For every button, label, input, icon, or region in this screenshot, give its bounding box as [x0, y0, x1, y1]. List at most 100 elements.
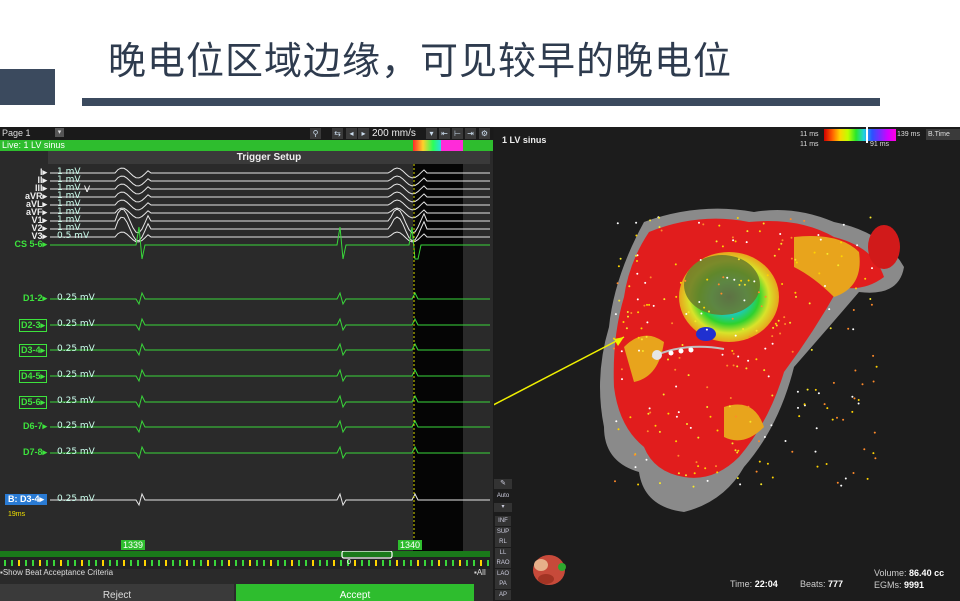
gain-label[interactable]: 0.25 mV — [57, 396, 95, 406]
gain-label[interactable]: 0.25 mV — [57, 319, 95, 329]
timeline-beat-tick[interactable] — [18, 560, 20, 566]
timeline-beat-tick[interactable] — [179, 560, 181, 566]
view-button[interactable]: RL — [495, 537, 511, 547]
gain-label[interactable]: 0.25 mV — [57, 447, 95, 457]
timeline-beat-tick[interactable] — [305, 560, 307, 566]
view-button[interactable]: SUP — [495, 526, 511, 537]
timeline-beat-tick[interactable] — [186, 560, 188, 566]
timeline-beat-tick[interactable] — [277, 560, 279, 566]
timeline-beat-tick[interactable] — [431, 560, 433, 566]
channel-label[interactable]: D1-2▸ — [23, 293, 47, 304]
timeline-beat-tick[interactable] — [81, 560, 83, 566]
beat-number-left[interactable]: 1339 — [121, 540, 146, 550]
timeline-beat-tick[interactable] — [375, 560, 377, 566]
timeline-beat-tick[interactable] — [249, 560, 251, 566]
timeline-beat-tick[interactable] — [263, 560, 265, 566]
timeline-beat-tick[interactable] — [445, 560, 447, 566]
timeline-beat-tick[interactable] — [466, 560, 468, 566]
timeline-beat-tick[interactable] — [39, 560, 41, 566]
timeline-beat-tick[interactable] — [151, 560, 153, 566]
timeline-beat-tick[interactable] — [95, 560, 97, 566]
pin-icon[interactable]: ✎ — [494, 479, 512, 489]
timeline-beat-tick[interactable] — [291, 560, 293, 566]
timeline-beat-tick[interactable] — [200, 560, 202, 566]
view-button[interactable]: INF — [495, 516, 511, 526]
timeline-beat-tick[interactable] — [235, 560, 237, 566]
timeline-beat-tick[interactable] — [4, 560, 6, 566]
gain-label[interactable]: 0.5 mV — [57, 231, 89, 241]
timeline-beat-tick[interactable] — [25, 560, 27, 566]
timeline-beat-tick[interactable] — [487, 560, 489, 566]
beat-number-right[interactable]: 1340 — [398, 540, 423, 550]
timeline-beat-tick[interactable] — [333, 560, 335, 566]
timeline-beat-tick[interactable] — [172, 560, 174, 566]
timeline-beat-tick[interactable] — [340, 560, 342, 566]
view-button[interactable]: LAO — [495, 568, 511, 579]
view-button[interactable]: AP — [495, 589, 511, 600]
timeline-beat-tick[interactable] — [319, 560, 321, 566]
timeline-beat-tick[interactable] — [102, 560, 104, 566]
timeline-beat-tick[interactable] — [368, 560, 370, 566]
all-checkbox[interactable]: ▪All — [474, 568, 486, 577]
timeline-beat-tick[interactable] — [473, 560, 475, 566]
channel-label[interactable]: D6-7▸ — [23, 421, 47, 432]
timeline-beat-tick[interactable] — [417, 560, 419, 566]
timeline-beat-tick[interactable] — [354, 560, 356, 566]
timeline-beat-tick[interactable] — [326, 560, 328, 566]
timeline-beat-tick[interactable] — [242, 560, 244, 566]
gain-label[interactable]: 0.25 mV — [57, 421, 95, 431]
timeline-beat-tick[interactable] — [123, 560, 125, 566]
channel-label[interactable]: D4-5▸ — [18, 370, 47, 383]
timeline-beat-tick[interactable] — [480, 560, 482, 566]
timeline-beat-tick[interactable] — [46, 560, 48, 566]
timeline-beat-tick[interactable] — [410, 560, 412, 566]
channel-label[interactable]: D2-3▸ — [18, 319, 47, 332]
timeline-beat-tick[interactable] — [214, 560, 216, 566]
view-button[interactable]: PA — [495, 579, 511, 589]
channel-label[interactable]: D3-4▸ — [18, 344, 47, 357]
timeline-beat-tick[interactable] — [193, 560, 195, 566]
timeline-beat-tick[interactable] — [382, 560, 384, 566]
timeline-beat-tick[interactable] — [74, 560, 76, 566]
timeline-beat-tick[interactable] — [144, 560, 146, 566]
timeline-beat-tick[interactable] — [403, 560, 405, 566]
gain-label[interactable]: 0.25 mV — [57, 370, 95, 380]
reject-button[interactable]: Reject — [0, 584, 234, 601]
timeline-beat-tick[interactable] — [67, 560, 69, 566]
timeline-beat-tick[interactable] — [256, 560, 258, 566]
gain-label[interactable]: 0.25 mV — [57, 344, 95, 354]
timeline-beat-tick[interactable] — [424, 560, 426, 566]
orientation-heart-icon[interactable] — [533, 555, 566, 585]
timeline-beat-tick[interactable] — [116, 560, 118, 566]
gain-label[interactable]: 0.25 mV — [57, 293, 95, 303]
channel-label[interactable]: B: D3-4▸ — [4, 494, 47, 505]
timeline-beat-tick[interactable] — [60, 560, 62, 566]
timeline-beat-tick[interactable] — [284, 560, 286, 566]
timeline-beat-tick[interactable] — [53, 560, 55, 566]
timeline-beat-tick[interactable] — [312, 560, 314, 566]
timeline-beat-tick[interactable] — [130, 560, 132, 566]
timeline-beat-tick[interactable] — [221, 560, 223, 566]
timeline-beat-tick[interactable] — [389, 560, 391, 566]
timeline-beat-tick[interactable] — [11, 560, 13, 566]
timeline-beat-tick[interactable] — [452, 560, 454, 566]
auto-label[interactable]: Auto — [494, 493, 512, 499]
timeline-beat-tick[interactable] — [137, 560, 139, 566]
view-button[interactable]: RAO — [495, 558, 511, 568]
timeline-beat-tick[interactable] — [361, 560, 363, 566]
timeline-beat-tick[interactable] — [207, 560, 209, 566]
lv-activation-map[interactable] — [494, 127, 960, 601]
channel-label[interactable]: D5-6▸ — [18, 396, 47, 409]
accept-button[interactable]: Accept — [236, 584, 474, 601]
timeline-beat-tick[interactable] — [88, 560, 90, 566]
timeline-beat-tick[interactable] — [158, 560, 160, 566]
timeline-beat-tick[interactable] — [298, 560, 300, 566]
timeline-beat-tick[interactable] — [459, 560, 461, 566]
timeline-beat-tick[interactable] — [109, 560, 111, 566]
gain-label[interactable]: 0.25 mV — [57, 494, 95, 504]
show-beat-criteria-checkbox[interactable]: ▪Show Beat Acceptance Criteria — [0, 568, 113, 577]
beat-timeline[interactable] — [0, 550, 490, 569]
auto-dropdown-icon[interactable]: ▾ — [494, 503, 512, 512]
channel-label[interactable]: D7-8▸ — [23, 447, 47, 458]
timeline-beat-tick[interactable] — [396, 560, 398, 566]
